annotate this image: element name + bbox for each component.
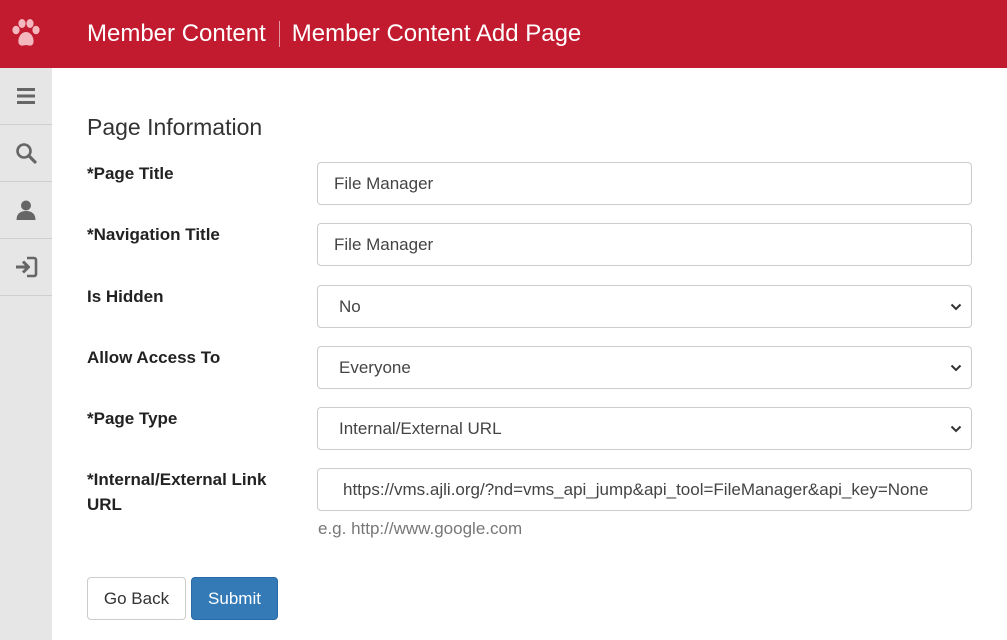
page-title-label: *Page Title: [87, 164, 174, 183]
page-title-value: File Manager: [334, 173, 434, 193]
title-divider: [278, 21, 280, 47]
menu-button[interactable]: [0, 68, 52, 125]
submit-button[interactable]: Submit: [191, 577, 278, 620]
search-icon: [16, 143, 37, 164]
page-type-value: Internal/External URL: [339, 418, 502, 438]
sidebar: [0, 68, 52, 640]
top-bar: Member Content Member Content Add Page: [0, 0, 1007, 68]
logout-button[interactable]: [0, 239, 52, 296]
menu-icon: [17, 88, 35, 104]
is-hidden-value: No: [339, 296, 361, 316]
link-url-help-text: e.g. http://www.google.com: [318, 519, 523, 538]
page-type-select[interactable]: Internal/External URL: [317, 407, 972, 450]
nav-title-value: File Manager: [334, 234, 434, 254]
allow-access-value: Everyone: [339, 357, 411, 377]
go-back-button[interactable]: Go Back: [87, 577, 186, 620]
profile-button[interactable]: [0, 182, 52, 239]
link-url-label: *Internal/External Link URL: [87, 470, 267, 514]
is-hidden-select[interactable]: No: [317, 285, 972, 328]
logout-icon: [16, 256, 38, 278]
nav-title-input[interactable]: File Manager: [317, 223, 972, 266]
allow-access-label: Allow Access To: [87, 348, 221, 367]
link-url-input[interactable]: https://vms.ajli.org/?nd=vms_api_jump&ap…: [317, 468, 972, 511]
page-title-input[interactable]: File Manager: [317, 162, 972, 205]
page-type-label: *Page Type: [87, 409, 178, 428]
nav-title-label: *Navigation Title: [87, 225, 220, 244]
page-title: Member Content Add Page: [291, 20, 582, 47]
allow-access-select[interactable]: Everyone: [317, 346, 972, 389]
user-icon: [16, 200, 36, 220]
paw-logo-icon[interactable]: [0, 0, 52, 68]
header-titles: Member Content Member Content Add Page: [87, 0, 581, 68]
chevron-down-icon: [950, 364, 962, 372]
section-title: Page Information: [87, 114, 263, 140]
search-button[interactable]: [0, 125, 52, 182]
chevron-down-icon: [950, 425, 962, 433]
is-hidden-label: Is Hidden: [87, 287, 164, 306]
link-url-value: https://vms.ajli.org/?nd=vms_api_jump&ap…: [343, 479, 929, 499]
app-title[interactable]: Member Content: [87, 20, 266, 48]
chevron-down-icon: [950, 303, 962, 311]
